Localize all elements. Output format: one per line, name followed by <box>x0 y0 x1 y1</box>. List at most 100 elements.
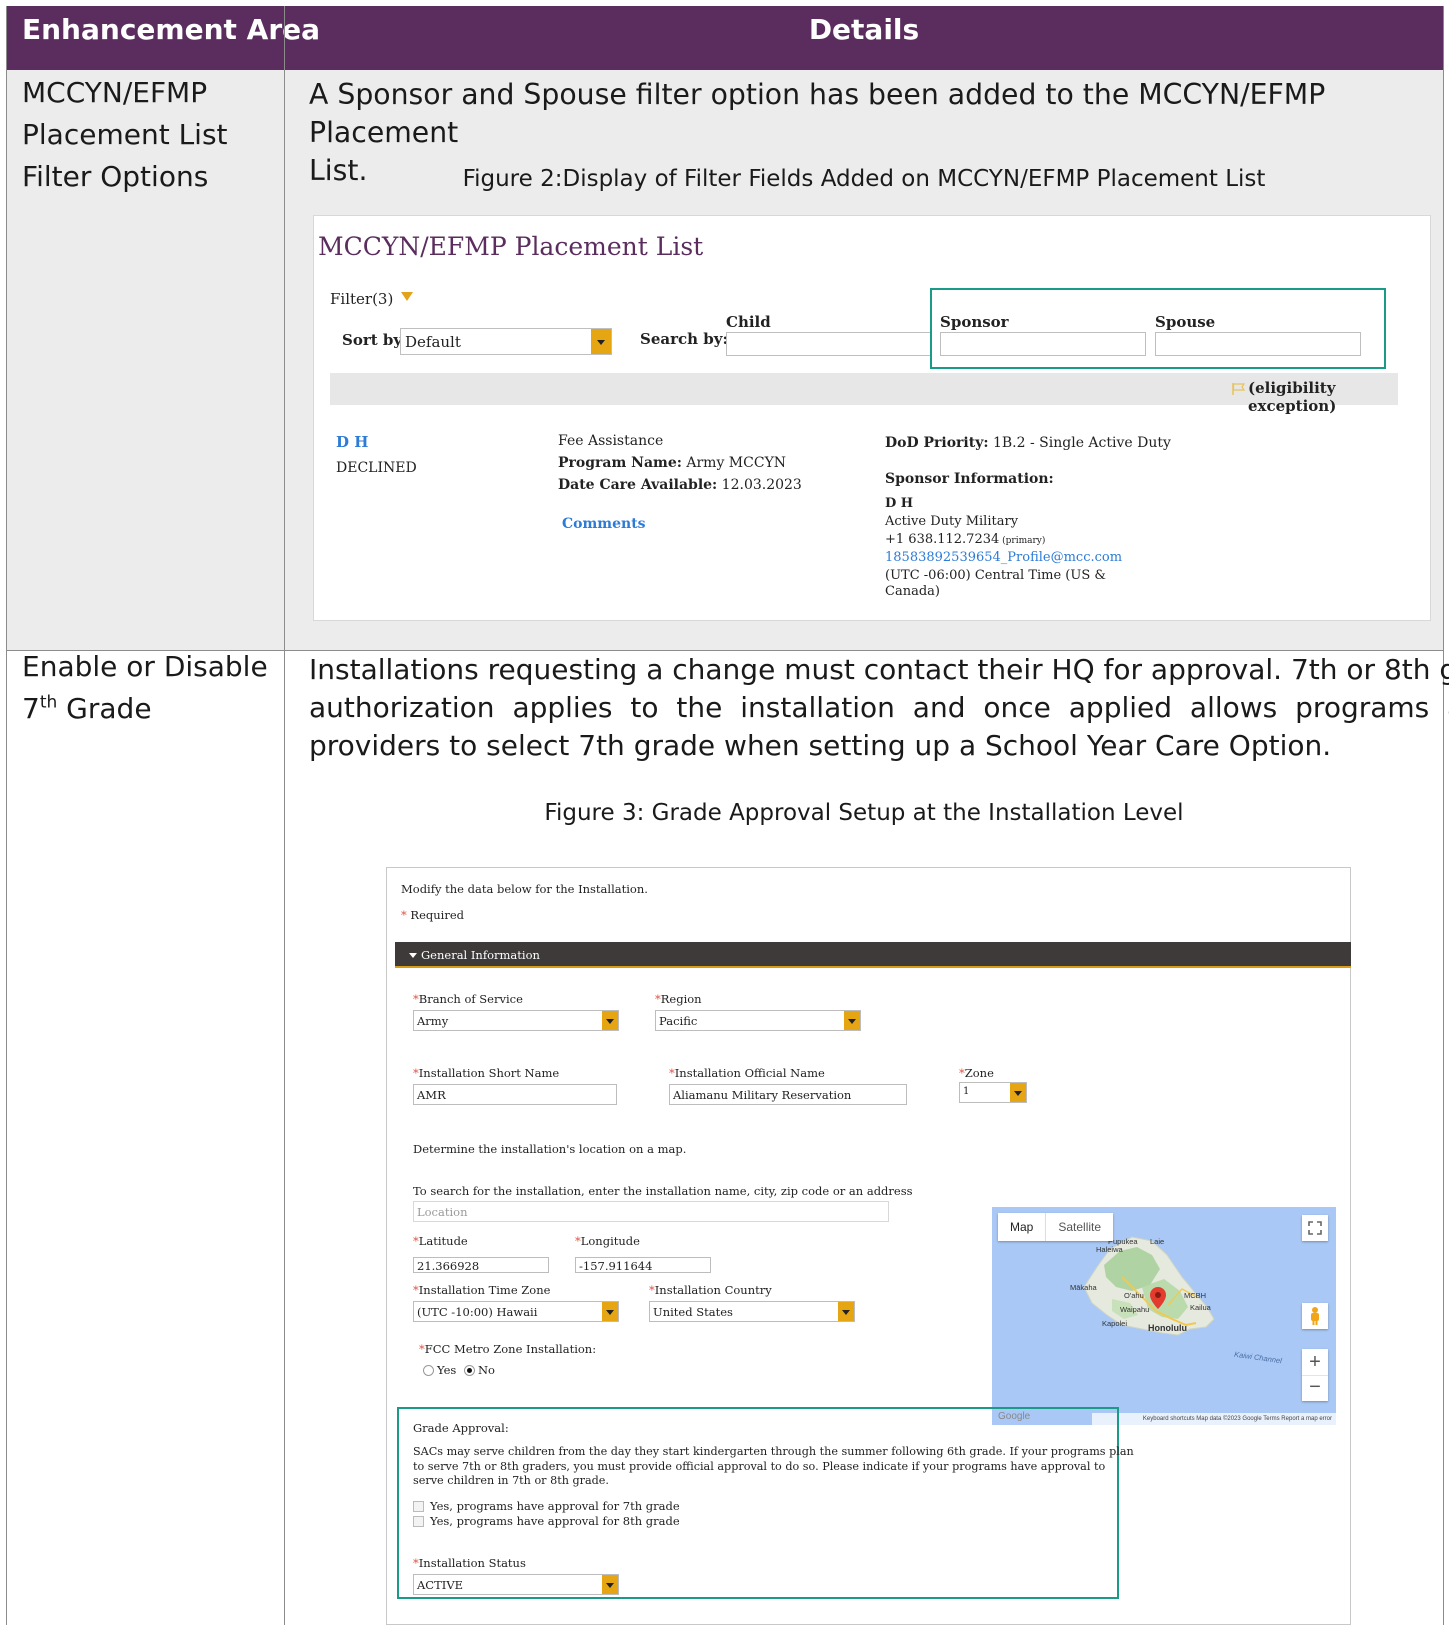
longitude-label: *Longitude <box>575 1234 640 1248</box>
installation-time-zone-label: *Installation Time Zone <box>413 1283 551 1297</box>
map-attribution[interactable]: Keyboard shortcuts Map data ©2023 Google… <box>1092 1413 1336 1425</box>
installation-time-zone-select[interactable]: (UTC -10:00) Hawaii <box>413 1301 619 1322</box>
row2-details-line: providers to select 7th grade when setti… <box>309 729 1332 762</box>
row2-details-line: authorization applies to the installatio… <box>309 691 1449 724</box>
map-place-label: Kapolei <box>1102 1319 1128 1328</box>
figure2-placement-list-screenshot: MCCYN/EFMP Placement List Filter(3) Sort… <box>313 215 1431 621</box>
map-tab-satellite[interactable]: Satellite <box>1045 1213 1113 1241</box>
map-place-label: Kailua <box>1190 1303 1211 1312</box>
child-label: Child <box>726 313 771 331</box>
grade8-checkbox[interactable] <box>413 1516 424 1527</box>
eligibility-exception-legend: (eligibility exception) <box>1248 379 1337 415</box>
dod-priority: DoD Priority: 1B.2 - Single Active Duty <box>885 435 1171 451</box>
header-enhancement-area: Enhancement Area <box>22 13 321 46</box>
map-place-label: Laie <box>1150 1237 1165 1246</box>
fcc-yes-radio[interactable] <box>423 1365 434 1376</box>
sponsor-label: Sponsor <box>940 313 1009 331</box>
region-select[interactable]: Pacific <box>655 1010 861 1031</box>
zoom-out-icon[interactable]: − <box>1302 1375 1328 1401</box>
dropdown-arrow-icon <box>844 1011 860 1030</box>
form-intro-text: Modify the data below for the Installati… <box>401 882 648 896</box>
installation-official-name-input[interactable]: Aliamanu Military Reservation <box>669 1084 907 1105</box>
latitude-input[interactable]: 21.366928 <box>413 1257 549 1273</box>
child-name-link[interactable]: D H <box>336 433 368 451</box>
sponsor-timezone-line: (UTC -06:00) Central Time (US & <box>885 568 1106 583</box>
dropdown-arrow-icon <box>591 329 611 354</box>
map-tab-map[interactable]: Map <box>998 1213 1045 1241</box>
row1-details-line: A Sponsor and Spouse filter option has b… <box>309 78 1326 149</box>
installation-country-label: *Installation Country <box>649 1283 772 1297</box>
general-information-section-header[interactable]: General Information <box>395 942 1351 968</box>
installation-short-name-input[interactable]: AMR <box>413 1084 617 1105</box>
sort-by-select[interactable]: Default <box>400 328 612 355</box>
sponsor-timezone-line: Canada) <box>885 584 940 599</box>
row1-area-line: Filter Options <box>22 160 209 193</box>
fullscreen-button[interactable] <box>1302 1215 1328 1241</box>
map-pin-icon <box>1150 1287 1166 1309</box>
map-type-tabs: Map Satellite <box>998 1213 1114 1241</box>
installation-country-select[interactable]: United States <box>649 1301 855 1322</box>
spouse-search-input[interactable] <box>1155 332 1361 356</box>
legend-bar: (eligibility exception) <box>330 373 1398 415</box>
sponsor-email-link[interactable]: 18583892539654_Profile@mcc.com <box>885 550 1122 565</box>
row1-area-line: Placement List <box>22 118 228 151</box>
caret-down-icon <box>401 292 414 301</box>
installation-official-name-label: *Installation Official Name <box>669 1066 825 1080</box>
sponsor-phone: +1 638.112.7234 (primary) <box>885 532 1046 547</box>
placement-status: DECLINED <box>336 460 417 476</box>
spouse-label: Spouse <box>1155 313 1216 331</box>
sponsor-name: D H <box>885 496 914 511</box>
row2-details-line: Installations requesting a change must c… <box>309 653 1449 686</box>
search-by-label: Search by: <box>640 330 729 348</box>
map-place-label: MCBH <box>1184 1291 1207 1300</box>
fullscreen-icon <box>1308 1221 1322 1235</box>
zone-label: *Zone <box>959 1066 994 1080</box>
row1-area: MCCYN/EFMP Placement List Filter Options <box>22 72 228 198</box>
comments-link[interactable]: Comments <box>562 516 646 532</box>
table-header: Enhancement Area Details <box>6 6 1444 70</box>
map-hint-text: Determine the installation's location on… <box>413 1142 687 1156</box>
map-place-label: Haleiwa <box>1096 1245 1123 1254</box>
fcc-no-radio[interactable] <box>463 1365 475 1376</box>
header-details: Details <box>808 13 920 46</box>
sort-by-label: Sort by: <box>342 331 408 349</box>
sponsor-information-label: Sponsor Information: <box>885 471 1054 487</box>
map-place-label: Waipahu <box>1120 1305 1150 1314</box>
figure3-caption: Figure 3: Grade Approval Setup at the In… <box>544 800 1184 826</box>
zone-select[interactable]: 1 <box>959 1082 1027 1103</box>
branch-of-service-select[interactable]: Army <box>413 1010 619 1031</box>
required-note: * Required <box>401 908 464 922</box>
region-label: *Region <box>655 992 702 1006</box>
row2-area: Enable or Disable 7th Grade <box>22 646 268 730</box>
street-view-button[interactable] <box>1302 1303 1328 1329</box>
flag-icon <box>1232 383 1246 395</box>
placement-list-title: MCCYN/EFMP Placement List <box>318 232 704 261</box>
grade7-checkbox[interactable] <box>413 1501 424 1512</box>
row1-area-line: MCCYN/EFMP <box>22 76 208 109</box>
installation-status-label: *Installation Status <box>413 1556 526 1570</box>
sponsor-type: Active Duty Military <box>885 514 1019 529</box>
branch-of-service-label: *Branch of Service <box>413 992 523 1006</box>
dropdown-arrow-icon <box>1010 1083 1026 1102</box>
longitude-input[interactable]: -157.911644 <box>575 1257 711 1273</box>
grade8-approval-option[interactable]: Yes, programs have approval for 8th grad… <box>413 1514 680 1528</box>
child-search-input[interactable] <box>726 332 932 356</box>
date-care-available: Date Care Available: 12.03.2023 <box>558 477 802 493</box>
map-place-label: Honolulu <box>1148 1323 1187 1333</box>
map-place-label: O'ahu <box>1124 1291 1144 1300</box>
map-place-label: Mākaha <box>1070 1283 1097 1292</box>
row2-area-line: 7th Grade <box>22 692 152 725</box>
dropdown-arrow-icon <box>602 1302 618 1321</box>
latitude-label: *Latitude <box>413 1234 468 1248</box>
zoom-in-icon[interactable]: + <box>1302 1349 1328 1375</box>
filter-toggle[interactable]: Filter(3) <box>330 290 414 308</box>
caret-down-icon <box>409 953 417 958</box>
sponsor-search-input[interactable] <box>940 332 1146 356</box>
dropdown-arrow-icon <box>602 1011 618 1030</box>
zoom-controls: + − <box>1302 1349 1328 1401</box>
installation-status-select[interactable]: ACTIVE <box>413 1574 619 1595</box>
installation-location-map[interactable]: Haleiwa Mākaha O'ahu Waipahu Kapolei Hon… <box>992 1207 1336 1425</box>
grade7-approval-option[interactable]: Yes, programs have approval for 7th grad… <box>413 1499 680 1513</box>
location-search-input[interactable]: Location <box>413 1201 889 1222</box>
fcc-metro-zone-label: *FCC Metro Zone Installation: <box>419 1342 597 1356</box>
